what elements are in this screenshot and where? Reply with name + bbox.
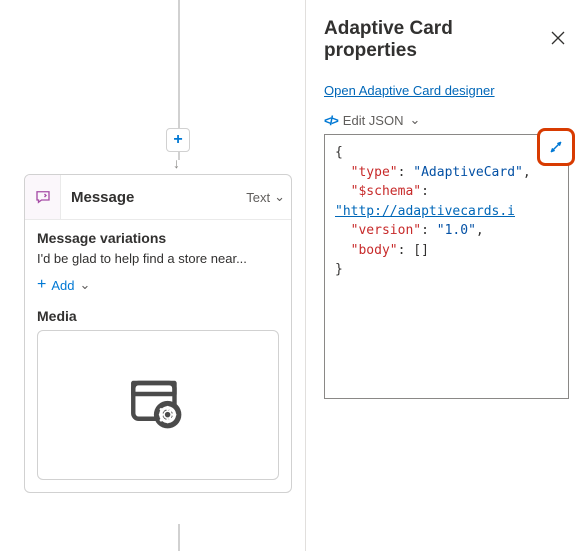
close-icon — [551, 31, 565, 45]
json-line: "version": "1.0", — [335, 221, 558, 241]
chevron-down-icon: ⌄ — [79, 277, 90, 293]
panel-title: Adaptive Card properties — [324, 18, 547, 62]
variations-heading: Message variations — [37, 230, 279, 246]
code-icon: </> — [324, 113, 337, 128]
json-editor[interactable]: { "type": "AdaptiveCard", "$schema": "ht… — [324, 134, 569, 399]
chevron-down-icon: ⌄ — [409, 112, 420, 128]
message-node[interactable]: Message Text ⌄ Message variations I'd be… — [24, 174, 292, 493]
expand-icon — [547, 138, 565, 156]
edit-json-label: Edit JSON — [343, 113, 404, 128]
message-type-label: Text — [246, 190, 270, 205]
node-title: Message — [61, 189, 246, 206]
flow-arrow: ↓ — [173, 155, 180, 171]
json-line: "type": "AdaptiveCard", — [335, 163, 558, 183]
json-line: "body": [] — [335, 241, 558, 261]
json-line: } — [335, 260, 558, 280]
variation-preview[interactable]: I'd be glad to help find a store near... — [37, 251, 279, 266]
close-button[interactable] — [547, 27, 569, 54]
json-line: { — [335, 143, 558, 163]
json-line: "$schema": "http://adaptivecards.i — [335, 182, 558, 221]
flow-connector-bottom — [178, 524, 180, 551]
expand-editor-button[interactable] — [537, 128, 575, 166]
properties-panel: Adaptive Card properties Open Adaptive C… — [305, 0, 587, 551]
message-icon — [25, 175, 61, 219]
media-heading: Media — [37, 308, 279, 324]
media-placeholder-icon — [125, 372, 191, 438]
open-designer-link[interactable]: Open Adaptive Card designer — [324, 83, 495, 98]
add-variation-button[interactable]: + Add ⌄ — [37, 276, 279, 294]
message-type-dropdown[interactable]: Text ⌄ — [246, 189, 291, 205]
add-label: Add — [51, 278, 74, 293]
add-node-button[interactable]: + — [166, 128, 190, 152]
node-header: Message Text ⌄ — [25, 175, 291, 220]
chevron-down-icon: ⌄ — [274, 189, 285, 205]
plus-icon: + — [37, 276, 46, 294]
edit-json-toggle[interactable]: </> Edit JSON ⌄ — [324, 112, 569, 128]
media-dropzone[interactable] — [37, 330, 279, 480]
